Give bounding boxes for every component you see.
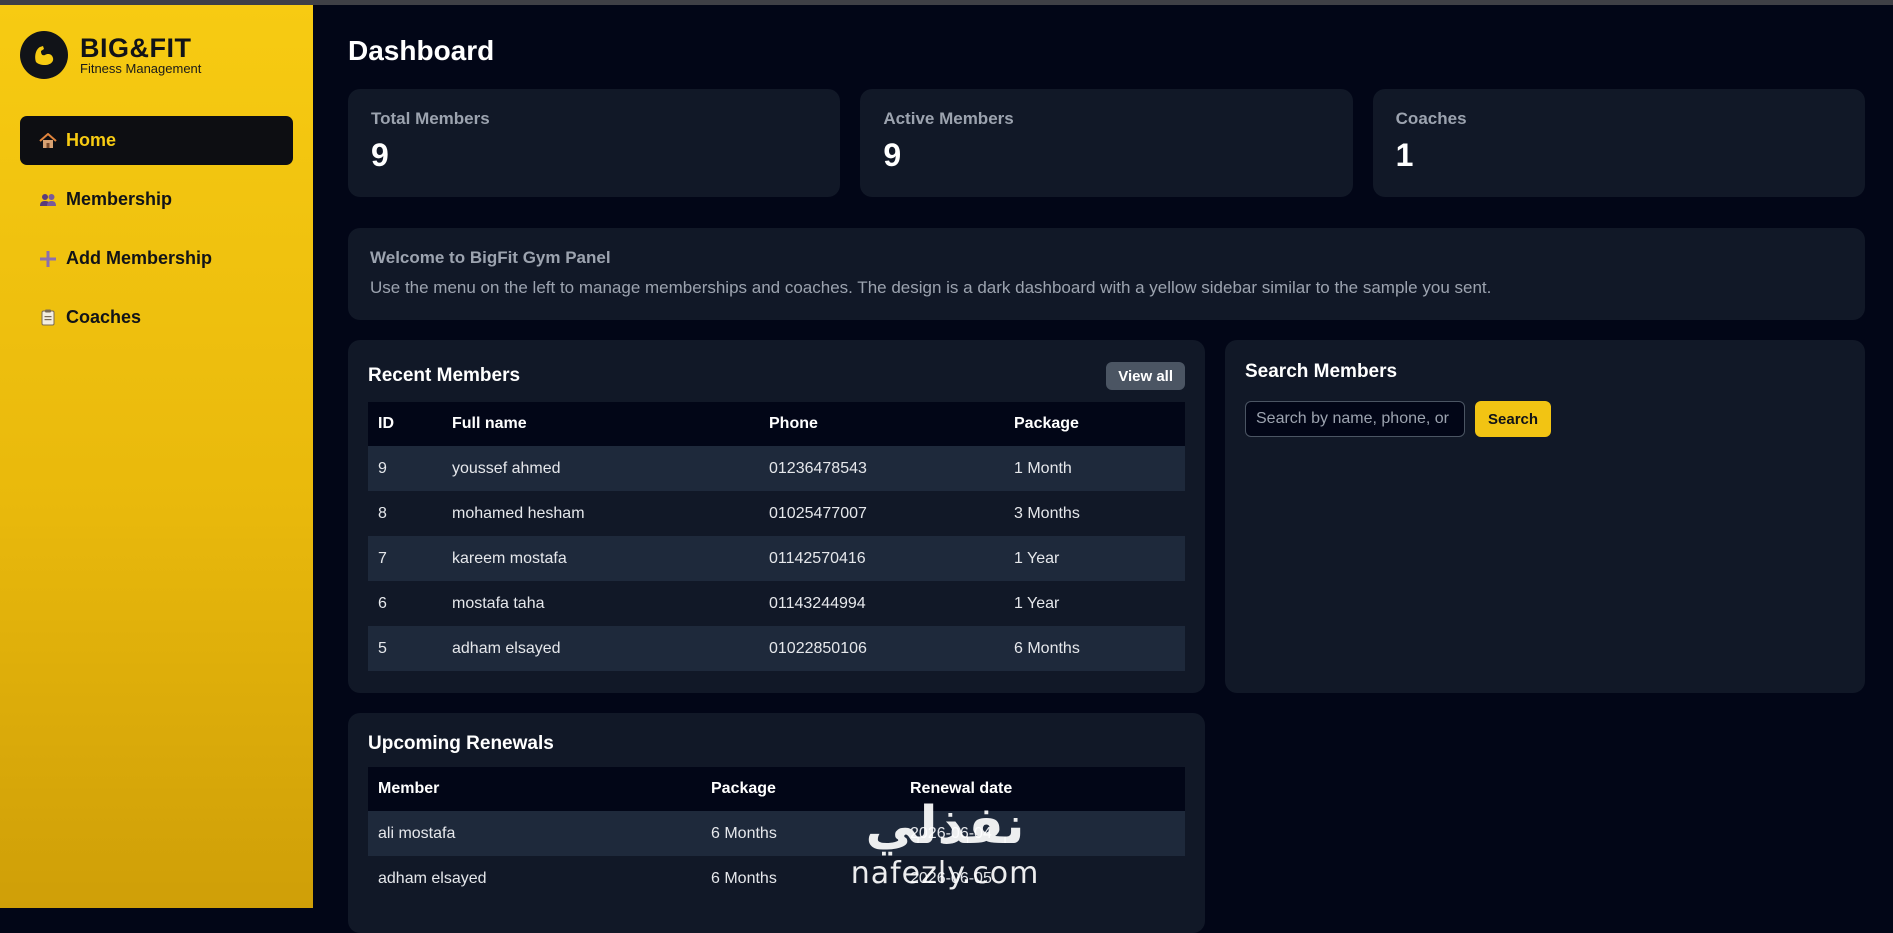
stat-card-total-members: Total Members 9	[348, 89, 841, 197]
sidebar-item-home[interactable]: Home	[20, 116, 293, 165]
column-header-member[interactable]: Member	[368, 767, 701, 811]
sidebar-item-coaches[interactable]: Coaches	[20, 293, 293, 342]
cell-id: 5	[368, 626, 442, 671]
brand-title: BIG&FIT	[80, 32, 192, 63]
plus-icon	[38, 250, 58, 268]
table-row[interactable]: 8 mohamed hesham 01025477007 3 Months	[368, 491, 1185, 536]
main-content: Dashboard Total Members 9 Active Members…	[313, 5, 1893, 933]
stat-label: Coaches	[1395, 109, 1467, 128]
column-header-phone[interactable]: Phone	[759, 402, 1004, 446]
cell-id: 7	[368, 536, 442, 581]
recent-members-table: ID Full name Phone Package 9 youssef ahm…	[368, 402, 1185, 671]
view-all-button[interactable]: View all	[1106, 362, 1185, 390]
sidebar-item-add-membership[interactable]: Add Membership	[20, 234, 293, 283]
recent-members-title: Recent Members	[368, 365, 521, 386]
upcoming-renewals-title: Upcoming Renewals	[368, 733, 554, 754]
cell-id: 9	[368, 446, 442, 491]
welcome-card: Welcome to BigFit Gym Panel Use the menu…	[348, 228, 1865, 320]
cell-package: 1 Year	[1004, 536, 1185, 581]
cell-full-name: youssef ahmed	[442, 446, 759, 491]
flexed-biceps-icon	[20, 31, 68, 79]
cell-member: ali mostafa	[368, 811, 701, 856]
sidebar-nav: Home Membership Add Membership Coaches	[20, 116, 293, 342]
cell-package: 1 Month	[1004, 446, 1185, 491]
table-row[interactable]: 5 adham elsayed 01022850106 6 Months	[368, 626, 1185, 671]
sidebar-item-label: Coaches	[66, 307, 142, 327]
cell-package: 6 Months	[701, 856, 900, 901]
search-input[interactable]	[1245, 401, 1465, 437]
cell-member: adham elsayed	[368, 856, 701, 901]
cell-full-name: kareem mostafa	[442, 536, 759, 581]
cell-package: 6 Months	[701, 811, 900, 856]
search-members-panel: Search Members Search	[1225, 340, 1865, 693]
welcome-title: Welcome to BigFit Gym Panel	[370, 248, 611, 267]
column-header-package[interactable]: Package	[1004, 402, 1185, 446]
table-row[interactable]: adham elsayed 6 Months 2026-06-05	[368, 856, 1185, 901]
cell-id: 6	[368, 581, 442, 626]
sidebar: BIG&FIT Fitness Management Home Membersh…	[0, 5, 313, 908]
cell-full-name: adham elsayed	[442, 626, 759, 671]
members-row: Recent Members View all ID Full name Pho…	[348, 340, 1865, 693]
search-members-title: Search Members	[1245, 361, 1398, 382]
sidebar-item-label: Add Membership	[66, 248, 213, 268]
table-row[interactable]: 6 mostafa taha 01143244994 1 Year	[368, 581, 1185, 626]
brand-subtitle: Fitness Management	[80, 60, 202, 76]
cell-renewal-date: 2026-06-05	[900, 856, 1185, 901]
cell-package: 3 Months	[1004, 491, 1185, 536]
app-shell: BIG&FIT Fitness Management Home Membersh…	[0, 5, 1893, 933]
stat-value: 1	[1395, 137, 1414, 173]
stat-card-coaches: Coaches 1	[1372, 89, 1865, 197]
cell-phone: 01022850106	[759, 626, 1004, 671]
search-button[interactable]: Search	[1475, 401, 1552, 437]
cell-id: 8	[368, 491, 442, 536]
column-header-id[interactable]: ID	[368, 402, 442, 446]
welcome-text: Use the menu on the left to manage membe…	[370, 278, 1492, 297]
cell-package: 6 Months	[1004, 626, 1185, 671]
column-header-renewal-date[interactable]: Renewal date	[900, 767, 1185, 811]
stat-value: 9	[371, 137, 389, 173]
brand[interactable]: BIG&FIT Fitness Management	[20, 30, 293, 80]
upcoming-renewals-panel: Upcoming Renewals Member Package Renewal…	[348, 713, 1205, 933]
sidebar-item-label: Membership	[66, 189, 173, 209]
column-header-full-name[interactable]: Full name	[442, 402, 759, 446]
table-row[interactable]: 9 youssef ahmed 01236478543 1 Month	[368, 446, 1185, 491]
cell-phone: 01025477007	[759, 491, 1004, 536]
cell-package: 1 Year	[1004, 581, 1185, 626]
cell-full-name: mohamed hesham	[442, 491, 759, 536]
cell-renewal-date: 2026-06-04	[900, 811, 1185, 856]
sidebar-item-membership[interactable]: Membership	[20, 175, 293, 224]
cell-phone: 01142570416	[759, 536, 1004, 581]
stat-card-active-members: Active Members 9	[860, 89, 1353, 197]
stat-value: 9	[883, 137, 902, 173]
table-row[interactable]: 7 kareem mostafa 01142570416 1 Year	[368, 536, 1185, 581]
column-header-package[interactable]: Package	[701, 767, 900, 811]
renewals-table: Member Package Renewal date ali mostafa …	[368, 767, 1185, 901]
stat-label: Total Members	[371, 109, 490, 128]
cell-full-name: mostafa taha	[442, 581, 759, 626]
recent-members-panel: Recent Members View all ID Full name Pho…	[348, 340, 1205, 693]
stats-row: Total Members 9 Active Members 9 Coaches…	[348, 89, 1865, 197]
clipboard-icon	[38, 309, 58, 327]
stat-label: Active Members	[883, 109, 1014, 128]
cell-phone: 01236478543	[759, 446, 1004, 491]
sidebar-item-label: Home	[66, 130, 117, 150]
table-row[interactable]: ali mostafa 6 Months 2026-06-04	[368, 811, 1185, 856]
cell-phone: 01143244994	[759, 581, 1004, 626]
page-title: Dashboard	[348, 35, 495, 66]
house-icon	[38, 132, 58, 150]
users-icon	[38, 191, 58, 209]
